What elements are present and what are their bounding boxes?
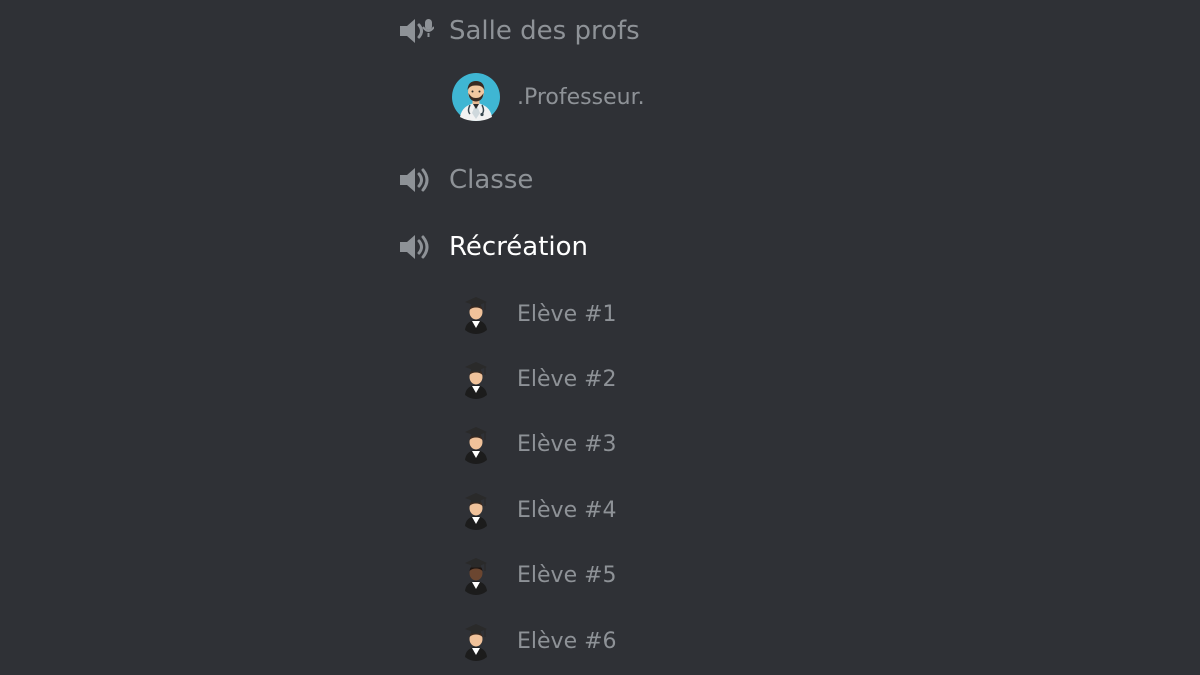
channel-label: Salle des profs (449, 16, 640, 46)
voice-member-eleve-1[interactable]: Elève #1 (452, 289, 617, 339)
doctor-avatar (452, 73, 500, 121)
voice-channel-list: Salle des profs .Professeur. Classe Récr… (0, 0, 1200, 675)
member-name: Elève #4 (517, 497, 617, 523)
voice-member-eleve-4[interactable]: Elève #4 (452, 485, 617, 535)
graduate-avatar-icon (452, 420, 500, 468)
member-name: Elève #2 (517, 366, 617, 392)
voice-member-eleve-2[interactable]: Elève #2 (452, 354, 617, 404)
voice-member-eleve-5[interactable]: Elève #5 (452, 550, 617, 600)
graduate-avatar-icon (452, 617, 500, 665)
channel-label: Récréation (449, 232, 589, 262)
graduate-avatar-icon (452, 355, 500, 403)
graduate-avatar-icon (452, 290, 500, 338)
member-name: Elève #5 (517, 562, 617, 588)
voice-member-eleve-6[interactable]: Elève #6 (452, 616, 617, 666)
voice-member-professeur[interactable]: .Professeur. (452, 72, 645, 122)
speaker-icon (398, 231, 434, 263)
voice-member-eleve-3[interactable]: Elève #3 (452, 419, 617, 469)
channel-label: Classe (449, 165, 534, 195)
voice-channel-classe[interactable]: Classe (398, 160, 533, 200)
graduate-avatar-dark-icon (452, 551, 500, 599)
member-name: Elève #3 (517, 431, 617, 457)
member-name: .Professeur. (517, 84, 645, 110)
voice-channel-recreation[interactable]: Récréation (398, 227, 588, 267)
member-name: Elève #1 (517, 301, 617, 327)
voice-channel-salle-des-profs[interactable]: Salle des profs (398, 11, 640, 51)
speaker-icon (398, 164, 434, 196)
member-name: Elève #6 (517, 628, 617, 654)
speaker-icon (398, 15, 434, 47)
graduate-avatar-icon (452, 486, 500, 534)
